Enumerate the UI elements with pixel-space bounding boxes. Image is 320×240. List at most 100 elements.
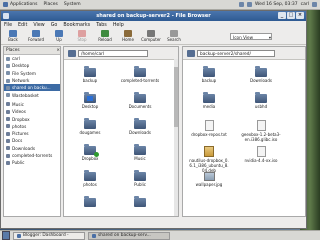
- home-label: Home: [122, 37, 134, 42]
- sidebar-item-7[interactable]: Videos: [4, 108, 60, 115]
- applications-menu[interactable]: Applications: [0, 2, 41, 7]
- file-item[interactable]: usbhd: [241, 92, 281, 109]
- stop-label: Stop: [77, 37, 87, 42]
- sidebar-item-8[interactable]: Dropbox: [4, 115, 60, 122]
- up-button[interactable]: Up: [50, 29, 68, 42]
- menu-edit[interactable]: Edit: [18, 23, 27, 28]
- computer-icon: [147, 30, 155, 37]
- folder-icon: [92, 233, 96, 238]
- file-name: wallpaper.jpg: [195, 182, 223, 187]
- maximize-button[interactable]: □: [287, 12, 295, 19]
- close-button[interactable]: ×: [296, 12, 304, 19]
- menu-view[interactable]: View: [33, 23, 44, 28]
- file-name: dougames: [79, 130, 101, 135]
- file-item[interactable]: Downloads: [241, 66, 281, 83]
- system-label: System: [63, 2, 81, 7]
- file-item[interactable]: [70, 196, 110, 208]
- sidebar-item-6[interactable]: Music: [4, 101, 60, 108]
- sidebar-item-14[interactable]: Public: [4, 159, 60, 166]
- back-label: Back: [8, 37, 18, 42]
- power-icon[interactable]: [312, 2, 317, 7]
- menu-bookmarks[interactable]: Bookmarks: [63, 23, 90, 28]
- folder-icon: [203, 92, 215, 103]
- file-item[interactable]: wallpaper.jpg: [189, 172, 229, 187]
- network-icon[interactable]: [238, 2, 244, 7]
- sidebar-item-10[interactable]: Pictures: [4, 130, 60, 137]
- sidebar-item-1[interactable]: Desktop: [4, 62, 60, 69]
- show-desktop-icon[interactable]: [2, 231, 10, 240]
- clock[interactable]: Wed 16 Sep, 03:37: [255, 2, 298, 7]
- scroll-thumb[interactable]: [174, 67, 178, 127]
- file-item[interactable]: backup: [189, 66, 229, 83]
- stop-icon: [78, 30, 86, 37]
- forward-button[interactable]: Forward: [27, 29, 45, 42]
- file-item[interactable]: nvidia-4.4-xx.iso: [241, 146, 281, 163]
- file-item[interactable]: Documents: [120, 92, 160, 109]
- computer-button[interactable]: Computer: [141, 29, 161, 42]
- file-item[interactable]: Music: [120, 144, 160, 161]
- view-mode-select[interactable]: Icon View ▾: [230, 33, 272, 40]
- file-item[interactable]: geexbox-1.2-beta3-en.i386.glibc.iso: [241, 120, 281, 142]
- menu-go[interactable]: Go: [51, 23, 58, 28]
- sidebar-item-5[interactable]: Wastebasket: [4, 91, 60, 98]
- volume-icon[interactable]: [246, 2, 252, 7]
- file-name: dropbox-repos.txt: [191, 132, 227, 137]
- system-menu[interactable]: System: [61, 2, 84, 7]
- folder-icon: [6, 117, 10, 122]
- title-bar[interactable]: shared on backup-server2 - File Browser …: [1, 11, 306, 21]
- user-label[interactable]: carl: [301, 2, 309, 7]
- menu-help[interactable]: Help: [113, 23, 124, 28]
- file-item[interactable]: photos: [70, 170, 110, 187]
- file-item[interactable]: dropbox-repos.txt: [189, 120, 229, 137]
- file-item[interactable]: completed-torrents: [120, 66, 160, 83]
- file-item[interactable]: Desktop: [70, 92, 110, 109]
- folder-icon: [134, 118, 146, 129]
- sidebar-item-label: Public: [12, 160, 25, 166]
- left-location-field[interactable]: /home/carl: [78, 49, 148, 57]
- places-label: Places: [43, 2, 58, 7]
- task-file-browser[interactable]: shared on backup-serv...: [88, 231, 170, 240]
- location-toggle-icon[interactable]: [187, 49, 195, 57]
- sidebar-item-label: Wastebasket: [12, 92, 39, 98]
- close-sidebar-icon[interactable]: ×: [56, 47, 60, 54]
- sidebar-header[interactable]: Places ×: [4, 47, 60, 55]
- file-name: nvidia-4.4-xx.iso: [244, 158, 278, 163]
- back-button[interactable]: Back: [4, 29, 22, 42]
- file-item[interactable]: media: [189, 92, 229, 109]
- location-toggle-icon[interactable]: [68, 49, 76, 57]
- places-menu[interactable]: Places: [41, 2, 61, 7]
- file-item[interactable]: Dropbox: [70, 144, 110, 161]
- file-item[interactable]: [120, 196, 160, 208]
- file-item[interactable]: Public: [120, 170, 160, 187]
- sidebar-item-2[interactable]: File System: [4, 70, 60, 77]
- window-icon[interactable]: [3, 13, 9, 19]
- minimize-button[interactable]: _: [278, 12, 286, 19]
- sidebar-item-9[interactable]: photos: [4, 123, 60, 130]
- folder-icon: [134, 92, 146, 103]
- search-button[interactable]: Search: [165, 29, 183, 42]
- home-button[interactable]: Home: [119, 29, 137, 42]
- document-icon: [204, 120, 214, 131]
- file-item[interactable]: backup: [70, 66, 110, 83]
- task-blogger[interactable]: Blogger: Dashboard -: [13, 231, 85, 240]
- sidebar-item-11[interactable]: Docs: [4, 137, 60, 144]
- sidebar-item-13[interactable]: completed-torrents: [4, 152, 60, 159]
- sidebar-item-4[interactable]: shared on backu...: [4, 84, 60, 92]
- file-item[interactable]: dougames: [70, 118, 110, 135]
- home-icon: [6, 56, 10, 61]
- right-location-field[interactable]: backup-server2/shared/: [197, 49, 275, 57]
- stop-button[interactable]: Stop: [73, 29, 91, 42]
- folder-icon: [84, 170, 96, 181]
- file-item[interactable]: Downloads: [120, 118, 160, 135]
- sidebar-item-3[interactable]: Network: [4, 77, 60, 84]
- file-name: photos: [83, 182, 97, 187]
- file-item[interactable]: nautilus-dropbox_0.6.1_i386_ubuntu_8.04.…: [189, 146, 229, 173]
- sidebar-item-12[interactable]: Downloads: [4, 145, 60, 152]
- sidebar-item-0[interactable]: carl: [4, 55, 60, 62]
- left-scrollbar[interactable]: [174, 59, 178, 216]
- file-name: Downloads: [250, 78, 272, 83]
- menu-tabs[interactable]: Tabs: [96, 23, 107, 28]
- sidebar-item-label: shared on backu...: [12, 85, 51, 91]
- reload-button[interactable]: Reload: [96, 29, 114, 42]
- menu-file[interactable]: File: [4, 23, 12, 28]
